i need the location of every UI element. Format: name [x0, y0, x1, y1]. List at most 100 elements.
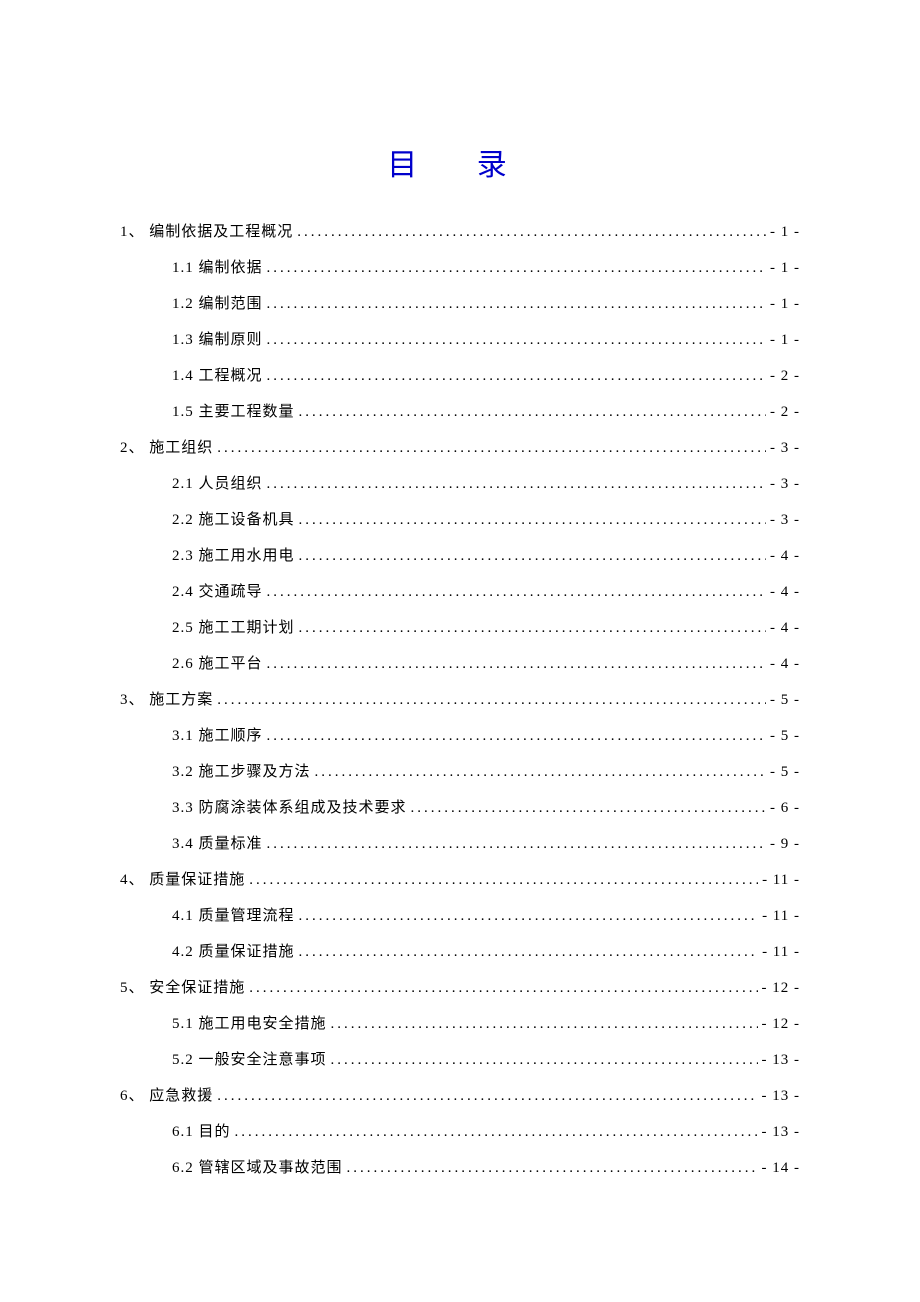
- toc-entry-page: - 6 -: [770, 790, 800, 826]
- toc-entry-label: 1.5 主要工程数量: [172, 394, 295, 430]
- toc-entry: 3.1 施工顺序 - 5 -: [120, 718, 800, 754]
- toc-entry: 4、 质量保证措施 - 11 -: [120, 862, 800, 898]
- toc-entry-page: - 1 -: [770, 250, 800, 286]
- toc-entry-label: 4.2 质量保证措施: [172, 934, 295, 970]
- toc-entry-label: 3.1 施工顺序: [172, 718, 263, 754]
- toc-entry: 6.2 管辖区域及事故范围 - 14 -: [120, 1150, 800, 1186]
- toc-entry-page: - 4 -: [770, 646, 800, 682]
- toc-leader-dots: [249, 970, 757, 1006]
- toc-leader-dots: [267, 358, 766, 394]
- toc-entry: 4.2 质量保证措施 - 11 -: [120, 934, 800, 970]
- toc-entry-page: - 3 -: [770, 466, 800, 502]
- toc-entry-label: 5、 安全保证措施: [120, 970, 245, 1006]
- toc-entry: 4.1 质量管理流程 - 11 -: [120, 898, 800, 934]
- toc-entry: 1.3 编制原则 - 1 -: [120, 322, 800, 358]
- toc-leader-dots: [267, 250, 766, 286]
- toc-entry-page: - 2 -: [770, 394, 800, 430]
- toc-entry-label: 5.2 一般安全注意事项: [172, 1042, 327, 1078]
- toc-entry-label: 3.4 质量标准: [172, 826, 263, 862]
- toc-entry: 2.6 施工平台 - 4 -: [120, 646, 800, 682]
- toc-entry: 1.4 工程概况 - 2 -: [120, 358, 800, 394]
- toc-entry-label: 6.2 管辖区域及事故范围: [172, 1150, 343, 1186]
- toc-leader-dots: [299, 394, 766, 430]
- toc-entry: 2、 施工组织 - 3 -: [120, 430, 800, 466]
- toc-leader-dots: [315, 754, 766, 790]
- toc-entry-label: 3、 施工方案: [120, 682, 213, 718]
- toc-entry: 2.3 施工用水用电- 4 -: [120, 538, 800, 574]
- toc-leader-dots: [267, 322, 766, 358]
- toc-leader-dots: [267, 826, 766, 862]
- toc-entry: 3.2 施工步骤及方法 - 5 -: [120, 754, 800, 790]
- toc-entry-page: - 5 -: [770, 682, 800, 718]
- toc-entry-label: 2.1 人员组织: [172, 466, 263, 502]
- toc-entry-page: - 11 -: [762, 862, 800, 898]
- toc-entry-page: - 13 -: [762, 1114, 801, 1150]
- toc-entry-page: - 2 -: [770, 358, 800, 394]
- toc-title: 目 录: [120, 140, 800, 184]
- toc-leader-dots: [299, 538, 766, 574]
- toc-entry: 1.2 编制范围 - 1 -: [120, 286, 800, 322]
- toc-entry-label: 2.4 交通疏导: [172, 574, 263, 610]
- toc-entry-page: - 3 -: [770, 430, 800, 466]
- toc-entry-page: - 3 -: [770, 502, 800, 538]
- toc-leader-dots: [267, 286, 766, 322]
- toc-leader-dots: [331, 1042, 758, 1078]
- toc-entry-page: - 13 -: [762, 1042, 801, 1078]
- toc-leader-dots: [347, 1150, 758, 1186]
- toc-entry: 1.1 编制依据 - 1 -: [120, 250, 800, 286]
- toc-entry-page: - 1 -: [770, 286, 800, 322]
- toc-entry-page: - 11 -: [762, 934, 800, 970]
- toc-entry-label: 5.1 施工用电安全措施: [172, 1006, 327, 1042]
- toc-entry-page: - 1 -: [770, 322, 800, 358]
- toc-entry: 3.4 质量标准 - 9 -: [120, 826, 800, 862]
- toc-entry-label: 3.2 施工步骤及方法: [172, 754, 311, 790]
- toc-entry: 2.5 施工工期计划- 4 -: [120, 610, 800, 646]
- toc-entry-label: 6.1 目的: [172, 1114, 231, 1150]
- toc-entry: 1.5 主要工程数量 - 2 -: [120, 394, 800, 430]
- toc-entry-label: 4.1 质量管理流程: [172, 898, 295, 934]
- toc-entry-label: 3.3 防腐涂装体系组成及技术要求: [172, 790, 407, 826]
- toc-entry-page: - 9 -: [770, 826, 800, 862]
- toc-entry-label: 2、 施工组织: [120, 430, 213, 466]
- toc-entry-page: - 5 -: [770, 754, 800, 790]
- toc-entry-label: 1.4 工程概况: [172, 358, 263, 394]
- toc-entry-label: 2.3 施工用水用电: [172, 538, 295, 574]
- toc-entry-label: 4、 质量保证措施: [120, 862, 245, 898]
- toc-entry-page: - 12 -: [762, 970, 801, 1006]
- toc-leader-dots: [217, 1078, 757, 1114]
- toc-entry-label: 1.3 编制原则: [172, 322, 263, 358]
- toc-leader-dots: [299, 898, 759, 934]
- toc-entry-label: 1.2 编制范围: [172, 286, 263, 322]
- toc-entry-page: - 14 -: [762, 1150, 801, 1186]
- toc-leader-dots: [217, 430, 766, 466]
- toc-entry: 5.1 施工用电安全措施 - 12 -: [120, 1006, 800, 1042]
- toc-leader-dots: [299, 610, 766, 646]
- toc-leader-dots: [331, 1006, 758, 1042]
- toc-entry-label: 2.2 施工设备机具: [172, 502, 295, 538]
- toc-leader-dots: [299, 502, 766, 538]
- toc-entry: 5、 安全保证措施 - 12 -: [120, 970, 800, 1006]
- toc-leader-dots: [299, 934, 759, 970]
- toc-leader-dots: [235, 1114, 758, 1150]
- toc-entry: 1、 编制依据及工程概况 - 1 -: [120, 214, 800, 250]
- toc-entry-label: 2.6 施工平台: [172, 646, 263, 682]
- toc-entry: 5.2 一般安全注意事项 - 13 -: [120, 1042, 800, 1078]
- toc-leader-dots: [217, 682, 766, 718]
- toc-entry: 6、 应急救援- 13 -: [120, 1078, 800, 1114]
- toc-entry-page: - 12 -: [762, 1006, 801, 1042]
- toc-leader-dots: [267, 466, 766, 502]
- toc-entry-page: - 4 -: [770, 610, 800, 646]
- toc-entry-page: - 11 -: [762, 898, 800, 934]
- toc-entry-label: 1、 编制依据及工程概况: [120, 214, 293, 250]
- toc-leader-dots: [267, 646, 766, 682]
- toc-leader-dots: [411, 790, 766, 826]
- toc-entry-page: - 13 -: [762, 1078, 801, 1114]
- toc-leader-dots: [249, 862, 758, 898]
- toc-entry: 6.1 目的 - 13 -: [120, 1114, 800, 1150]
- toc-entry-label: 1.1 编制依据: [172, 250, 263, 286]
- toc-entry-page: - 5 -: [770, 718, 800, 754]
- toc-entry: 2.1 人员组织 - 3 -: [120, 466, 800, 502]
- toc-entry: 3.3 防腐涂装体系组成及技术要求 - 6 -: [120, 790, 800, 826]
- toc-leader-dots: [267, 718, 766, 754]
- toc-entry-page: - 1 -: [770, 214, 800, 250]
